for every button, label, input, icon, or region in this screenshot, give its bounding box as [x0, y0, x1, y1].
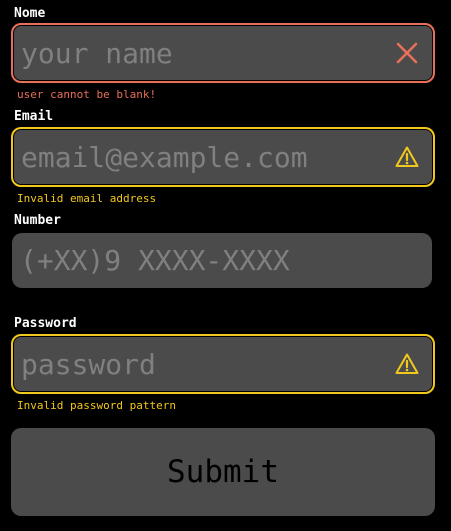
number-label: Number — [14, 213, 61, 228]
password-label: Password — [14, 316, 77, 331]
name-field — [11, 23, 435, 83]
number-field — [12, 233, 432, 288]
submit-button[interactable]: Submit — [11, 428, 435, 516]
email-label: Email — [14, 109, 54, 124]
email-field — [11, 127, 435, 187]
number-input[interactable] — [20, 233, 380, 288]
name-input[interactable] — [21, 25, 381, 81]
close-icon[interactable] — [395, 41, 419, 65]
name-error-message: user cannot be blank! — [17, 88, 157, 101]
email-input[interactable] — [21, 129, 381, 185]
email-error-message: Invalid email address — [17, 192, 157, 205]
name-label: Nome — [14, 6, 46, 21]
password-field — [11, 334, 435, 394]
warning-icon — [395, 353, 419, 374]
password-error-message: Invalid password pattern — [17, 399, 176, 412]
warning-icon — [395, 146, 419, 167]
password-input[interactable] — [21, 336, 381, 392]
